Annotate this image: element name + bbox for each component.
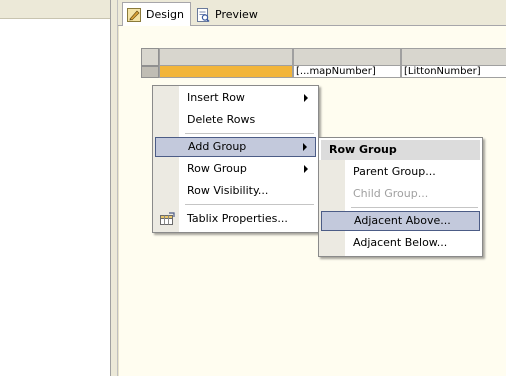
submenu-header: Row Group bbox=[321, 140, 480, 160]
tablix-cell[interactable] bbox=[159, 66, 293, 78]
tablix-column-handle[interactable] bbox=[293, 48, 401, 66]
menu-item-parent-group[interactable]: Parent Group... bbox=[321, 162, 480, 182]
context-menu: Insert Row Delete Rows Add Group Row Gro… bbox=[152, 85, 319, 233]
menu-item-adjacent-below[interactable]: Adjacent Below... bbox=[321, 233, 480, 253]
tablix-cell[interactable]: [...mapNumber] bbox=[293, 66, 401, 78]
tablix-cell[interactable]: [LittonNumber] bbox=[401, 66, 506, 78]
submenu-arrow-icon bbox=[304, 165, 308, 173]
menu-item-label: Adjacent Above... bbox=[354, 214, 451, 227]
properties-icon bbox=[159, 212, 175, 226]
menu-item-row-visibility[interactable]: Row Visibility... bbox=[155, 181, 316, 201]
menu-item-label: Child Group... bbox=[353, 187, 429, 200]
menu-item-label: Parent Group... bbox=[353, 165, 436, 178]
left-pane-header bbox=[0, 0, 110, 19]
row-group-submenu: Row Group Parent Group... Child Group...… bbox=[318, 137, 483, 257]
tab-design-label: Design bbox=[146, 8, 184, 21]
menu-separator bbox=[185, 204, 314, 205]
menu-item-label: Row Group bbox=[187, 162, 247, 175]
tablix-row-handle[interactable] bbox=[141, 66, 159, 78]
menu-separator bbox=[351, 207, 478, 208]
menu-item-row-group[interactable]: Row Group bbox=[155, 159, 316, 179]
tablix-column-handle[interactable] bbox=[401, 48, 506, 66]
tab-design[interactable]: Design bbox=[122, 2, 191, 26]
pane-splitter[interactable] bbox=[110, 0, 118, 376]
tablix-column-handle[interactable] bbox=[159, 48, 293, 66]
menu-item-label: Insert Row bbox=[187, 91, 245, 104]
menu-item-add-group[interactable]: Add Group bbox=[155, 137, 316, 157]
menu-item-label: Adjacent Below... bbox=[353, 236, 448, 249]
tablix-corner-handle[interactable] bbox=[141, 48, 159, 66]
menu-item-adjacent-above[interactable]: Adjacent Above... bbox=[321, 211, 480, 231]
menu-item-label: Row Visibility... bbox=[187, 184, 269, 197]
design-icon bbox=[127, 7, 141, 22]
tab-preview-label: Preview bbox=[215, 8, 258, 21]
submenu-arrow-icon bbox=[304, 94, 308, 102]
submenu-arrow-icon bbox=[303, 143, 307, 151]
menu-item-tablix-properties[interactable]: Tablix Properties... bbox=[155, 209, 316, 229]
left-pane bbox=[0, 0, 110, 376]
tab-preview[interactable]: Preview bbox=[192, 3, 264, 26]
menu-item-insert-row[interactable]: Insert Row bbox=[155, 88, 316, 108]
tab-strip: Design Preview bbox=[118, 0, 506, 26]
menu-item-delete-rows[interactable]: Delete Rows bbox=[155, 110, 316, 130]
menu-item-label: Tablix Properties... bbox=[187, 212, 288, 225]
menu-item-label: Delete Rows bbox=[187, 113, 256, 126]
menu-separator bbox=[185, 133, 314, 134]
menu-item-child-group: Child Group... bbox=[321, 184, 480, 204]
menu-item-label: Add Group bbox=[188, 140, 247, 153]
preview-icon bbox=[196, 7, 210, 22]
